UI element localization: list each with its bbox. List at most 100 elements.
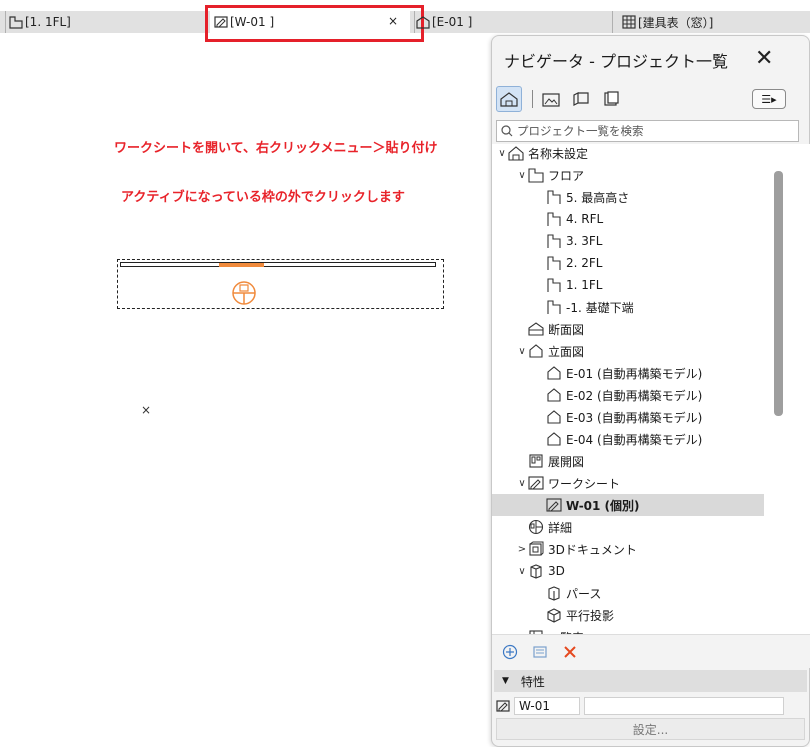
publisher-sets-button[interactable]	[598, 86, 624, 112]
section-icon	[528, 322, 544, 336]
elevation-icon	[547, 366, 561, 380]
view-name-field[interactable]	[584, 697, 784, 715]
tree-item[interactable]: 4. RFL	[492, 208, 764, 230]
tree-item[interactable]: 5. 最高高さ	[492, 186, 764, 208]
project-map-button[interactable]	[496, 86, 522, 112]
tree-item-label: -1. 基礎下端	[566, 300, 634, 315]
tab-label: [1. 1FL]	[25, 15, 71, 29]
tree-item[interactable]: >3Dドキュメント	[492, 538, 764, 560]
layout-book-icon	[573, 92, 589, 106]
collapse-triangle-icon: ▼	[502, 676, 509, 686]
add-circle-icon	[502, 644, 518, 660]
worksheet-icon	[496, 700, 510, 712]
perspective-icon	[548, 586, 560, 601]
tab-label: [E-01 ]	[432, 15, 473, 29]
wall-element[interactable]	[120, 262, 436, 267]
tree-item-label: E-01 (自動再構築モデル)	[566, 366, 703, 381]
tree-expander-icon[interactable]: ∨	[496, 148, 508, 159]
tab-separator	[414, 11, 415, 33]
tree-expander-icon[interactable]: ∨	[516, 566, 528, 577]
floor-plan-icon	[547, 278, 561, 292]
tree-item[interactable]: ∨ 立面図	[492, 340, 764, 362]
navigator-panel: ナビゲータ - プロジェクト一覧 ✕ ☰▸ ∨名称未設定∨フロア5.	[491, 35, 810, 747]
search-input[interactable]	[517, 124, 787, 138]
tree-item[interactable]: 1. 1FL	[492, 274, 764, 296]
navigator-bottom-toolbar	[492, 634, 810, 668]
3d-document-icon	[529, 541, 544, 556]
tree-item-label: E-03 (自動再構築モデル)	[566, 410, 703, 425]
tree-item-label: パース	[566, 586, 602, 601]
floor-plan-icon	[547, 212, 561, 226]
tree-item-label: E-04 (自動再構築モデル)	[566, 432, 703, 447]
scrollbar-track[interactable]	[764, 144, 810, 634]
tree-item-label: W-01 (個別)	[566, 498, 640, 513]
navigator-title: ナビゲータ - プロジェクト一覧	[504, 52, 728, 71]
tree-item-label: 1. 1FL	[566, 278, 603, 292]
tree-item-label: 5. 最高高さ	[566, 190, 630, 205]
tree-item[interactable]: E-03 (自動再構築モデル)	[492, 406, 764, 428]
tree-item-label: 平行投影	[566, 608, 615, 623]
delete-x-icon	[564, 646, 576, 658]
tree-expander-icon[interactable]: >	[516, 544, 528, 555]
floor-plan-icon	[547, 256, 561, 270]
elevation-icon	[547, 388, 561, 402]
tree-item[interactable]: 平行投影	[492, 604, 764, 626]
scrollbar-thumb[interactable]	[774, 171, 783, 416]
properties-header[interactable]: ▼ 特性	[494, 670, 807, 692]
tree-item[interactable]: E-02 (自動再構築モデル)	[492, 384, 764, 406]
view-settings-button[interactable]	[530, 642, 550, 662]
tree-item[interactable]: ∨ ワークシート	[492, 472, 764, 494]
tree-item-label: 3. 3FL	[566, 234, 603, 248]
3d-icon	[530, 564, 542, 579]
tab-floor-1fl[interactable]: [1. 1FL]	[9, 11, 71, 33]
tree-item[interactable]: E-01 (自動再構築モデル)	[492, 362, 764, 384]
tree-item[interactable]: E-04 (自動再構築モデル)	[492, 428, 764, 450]
navigator-close-button[interactable]: ✕	[755, 48, 773, 70]
tree-item[interactable]: 展開図	[492, 450, 764, 472]
tree-item[interactable]: ∨ 名称未設定	[492, 144, 764, 164]
project-tree: ∨ 名称未設定 ∨ フロア 5. 最高高さ 4. RFL 3. 3FL 2. 2FL 1. 1F…	[492, 144, 764, 634]
view-id-field[interactable]: W-01	[514, 697, 580, 715]
tree-item[interactable]: 断面図	[492, 318, 764, 340]
settings-button[interactable]: 設定...	[496, 718, 805, 740]
tab-schedule-window[interactable]: [建具表（窓）]	[622, 11, 713, 33]
tree-item[interactable]: ∨ フロア	[492, 164, 764, 186]
tree-expander-icon[interactable]: ∨	[516, 478, 528, 489]
tree-item-label: 3D	[548, 564, 565, 578]
new-view-button[interactable]	[500, 642, 520, 662]
tree-item[interactable]: -1. 基礎下端	[492, 296, 764, 318]
tree-item[interactable]: ∨ 3D	[492, 560, 764, 582]
view-map-icon	[542, 93, 560, 107]
tab-elevation-e01[interactable]: [E-01 ]	[416, 11, 472, 33]
delete-button[interactable]	[560, 642, 580, 662]
floor-plan-icon	[547, 190, 561, 204]
elevation-icon	[416, 16, 430, 29]
cursor-cross-icon: ×	[141, 403, 152, 417]
navigator-search[interactable]	[496, 120, 799, 142]
tree-item[interactable]: パース	[492, 582, 764, 604]
toolbar-separator	[532, 90, 533, 108]
layout-book-button[interactable]	[568, 86, 594, 112]
publisher-icon	[604, 91, 619, 106]
tree-item-label: 3Dドキュメント	[548, 542, 637, 557]
tree-item[interactable]: 詳細	[492, 516, 764, 538]
axonometry-icon	[547, 608, 561, 623]
tree-item[interactable]: 3. 3FL	[492, 230, 764, 252]
navigator-menu-button[interactable]: ☰▸	[752, 89, 786, 109]
floor-icon	[528, 168, 544, 183]
worksheet-icon	[528, 476, 544, 490]
tab-separator	[5, 11, 6, 33]
tree-item[interactable]: 一覧表	[492, 626, 764, 634]
floor-plan-icon	[547, 234, 561, 248]
tree-expander-icon[interactable]: ∨	[516, 170, 528, 181]
tree-item[interactable]: W-01 (個別)	[492, 494, 764, 516]
hamburger-icon: ☰▸	[761, 92, 777, 106]
view-map-button[interactable]	[538, 86, 564, 112]
settings-list-icon	[533, 646, 547, 658]
elevation-icon	[529, 344, 543, 358]
tree-expander-icon[interactable]: ∨	[516, 346, 528, 357]
schedule-icon	[622, 15, 636, 29]
properties-title: 特性	[520, 674, 545, 689]
interior-elevation-icon	[529, 454, 543, 468]
tree-item[interactable]: 2. 2FL	[492, 252, 764, 274]
